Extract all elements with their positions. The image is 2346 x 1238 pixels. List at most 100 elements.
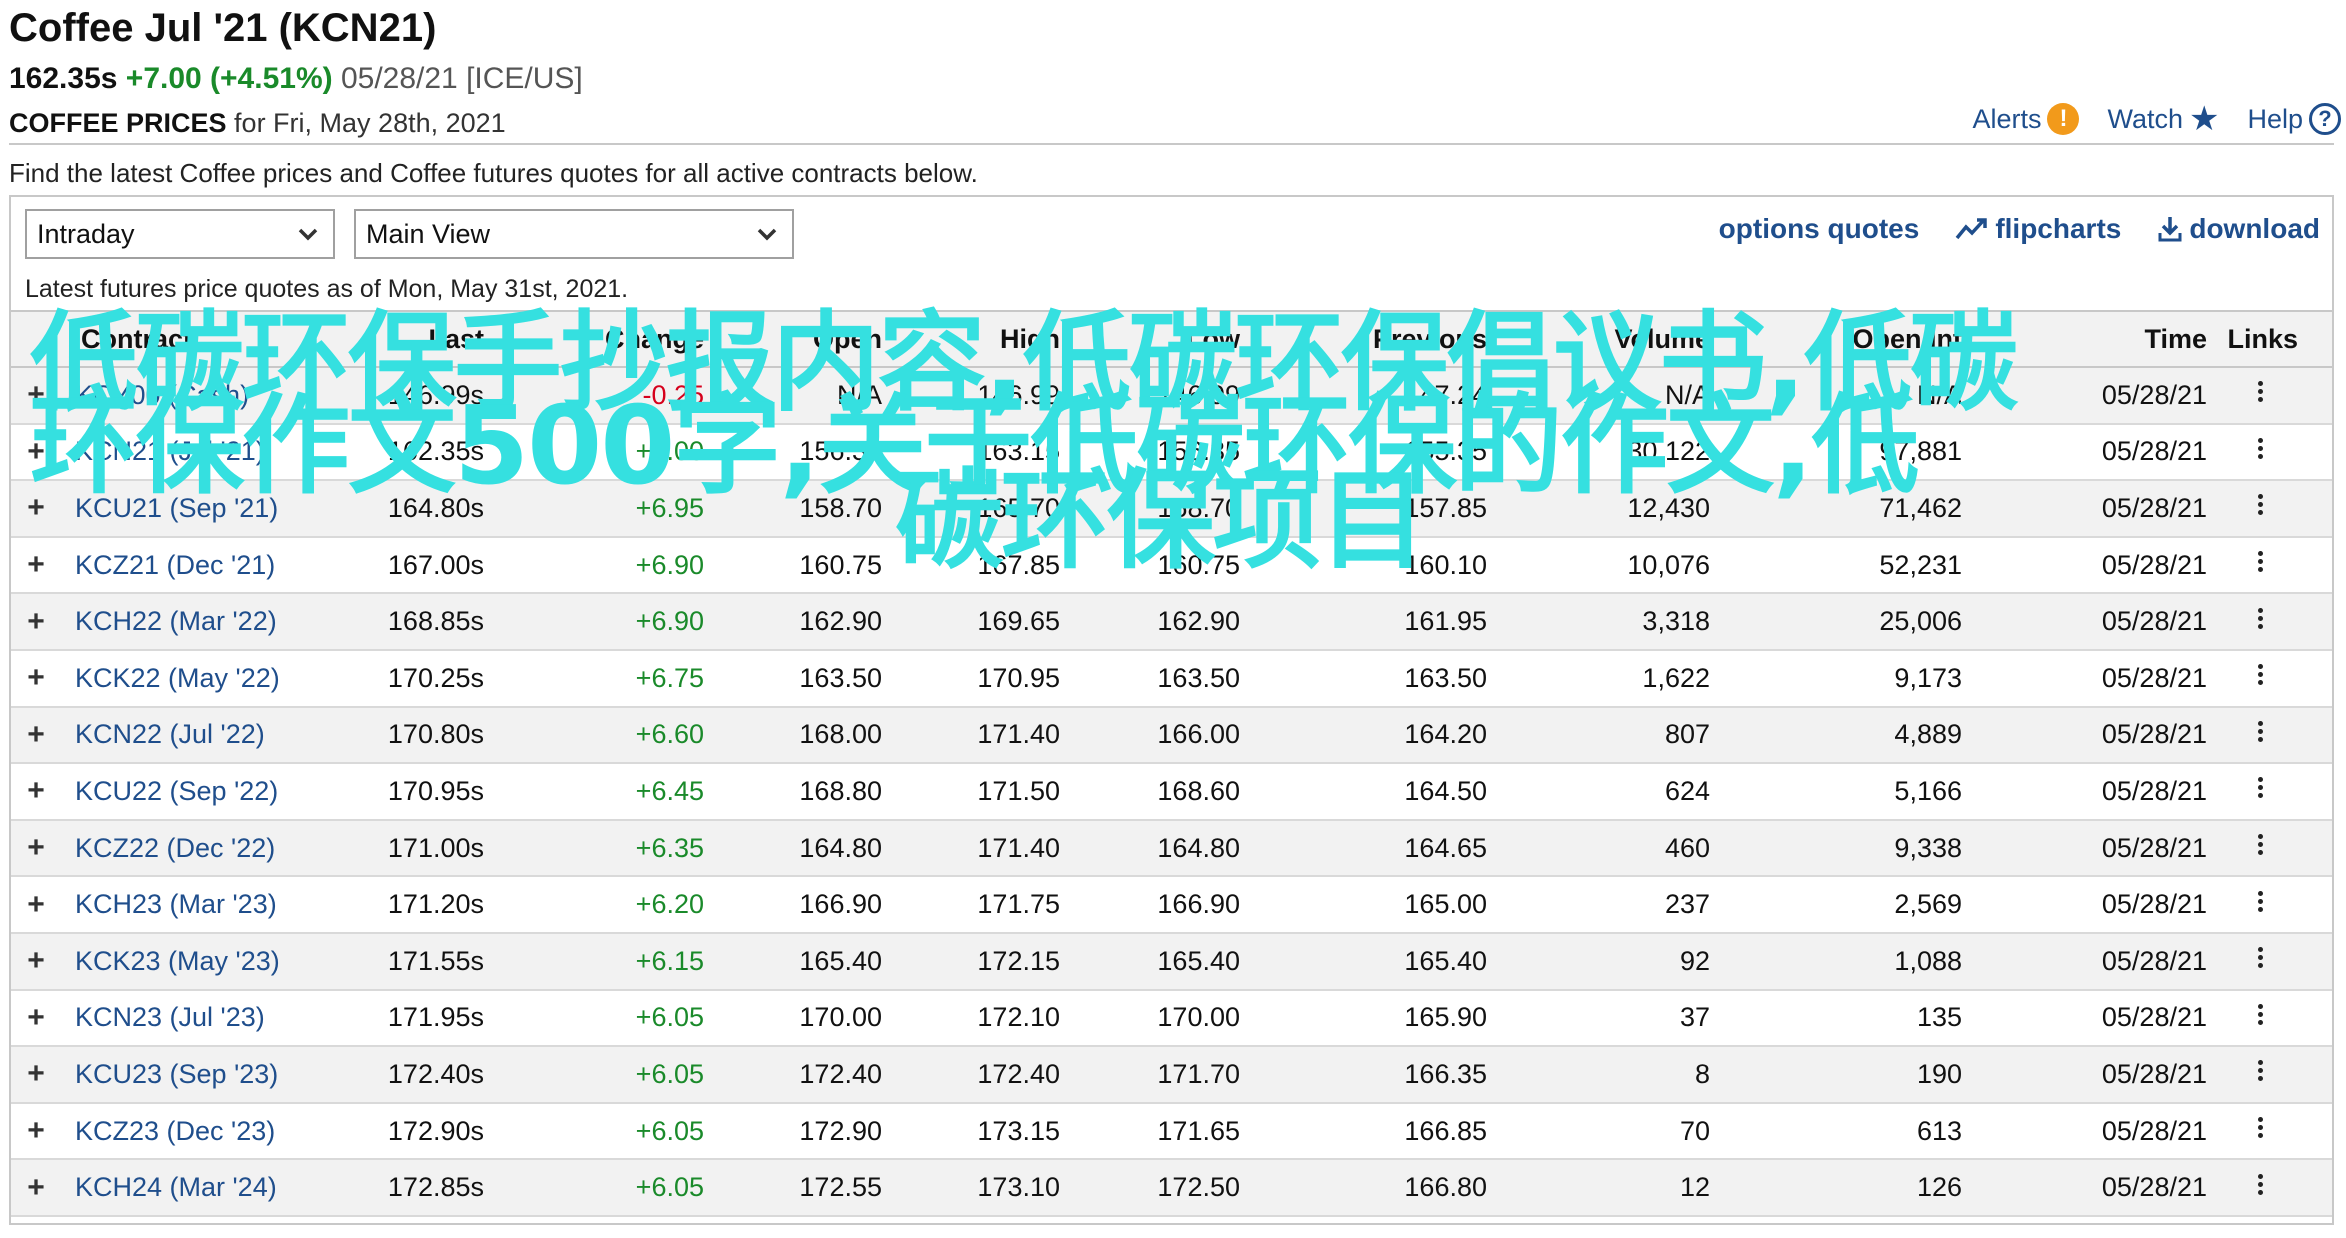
column-header-last[interactable]: Last [294,324,494,355]
alerts-link[interactable]: Alerts ! [1972,103,2080,135]
more-vertical-icon [2257,491,2264,518]
row-menu-button[interactable] [2213,944,2308,978]
column-header-time[interactable]: Time [1972,324,2213,355]
expand-row-icon[interactable]: + [11,1114,51,1148]
help-link[interactable]: Help ? [2247,103,2341,135]
contract-link[interactable]: KCH23 (Mar '23) [51,889,294,920]
contract-link[interactable]: KCZ22 (Dec '22) [51,833,294,864]
column-header-open-int[interactable]: Open Int [1720,324,1972,355]
previous-cell: 155.35 [1404,436,1487,467]
expand-row-icon[interactable]: + [11,605,51,639]
time-cell: 05/28/21 [2101,1172,2207,1203]
row-menu-button[interactable] [2213,548,2308,582]
column-header-high[interactable]: High [892,324,1070,355]
expand-row-icon[interactable]: + [11,491,51,525]
low-cell: 166.00 [1157,719,1240,750]
contract-link[interactable]: KCU22 (Sep '22) [51,776,294,807]
download-label: download [2189,213,2320,244]
open-cell: 156.35 [799,436,882,467]
expand-row-icon[interactable]: + [11,1057,51,1091]
column-header-low[interactable]: Low [1070,324,1250,355]
previous-cell: 166.80 [1404,1172,1487,1203]
row-menu-button[interactable] [2213,831,2308,865]
time-cell: 05/28/21 [2101,719,2207,750]
contract-link[interactable]: KCH24 (Mar '24) [51,1172,294,1203]
contract-link[interactable]: KCZ23 (Dec '23) [51,1116,294,1147]
volume-cell: 8 [1694,1058,1710,1089]
change-cell: +6.45 [635,775,704,806]
watch-label: Watch [2107,103,2183,134]
volume-cell: 807 [1664,719,1710,750]
expand-row-icon[interactable]: + [11,378,51,412]
row-menu-button[interactable] [2213,1114,2308,1148]
expand-row-icon[interactable]: + [11,1171,51,1205]
open-int-cell: 613 [1916,1115,1962,1146]
contract-link[interactable]: KCK23 (May '23) [51,946,294,977]
contract-link[interactable]: KCN22 (Jul '22) [51,719,294,750]
column-header-previous[interactable]: Previous [1250,324,1497,355]
contract-link[interactable]: KCU21 (Sep '21) [51,493,294,524]
price-change: +7.00 (+4.51%) [125,62,333,95]
expand-row-icon[interactable]: + [11,774,51,808]
expand-row-icon[interactable]: + [11,435,51,469]
expand-row-icon[interactable]: + [11,944,51,978]
contract-link[interactable]: KCN23 (Jul '23) [51,1002,294,1033]
chevron-down-icon [298,228,318,241]
row-menu-button[interactable] [2213,491,2308,525]
open-int-cell: 4,889 [1894,719,1962,750]
more-vertical-icon [2257,1057,2264,1084]
row-menu-button[interactable] [2213,1171,2308,1205]
expand-row-icon[interactable]: + [11,661,51,695]
volume-cell: 624 [1664,775,1710,806]
expand-row-icon[interactable]: + [11,548,51,582]
page-description: Find the latest Coffee prices and Coffee… [9,158,978,188]
more-vertical-icon [2257,944,2264,971]
row-menu-button[interactable] [2213,1001,2308,1035]
last-cell: 171.00s [387,832,484,863]
open-cell: 160.75 [799,549,882,580]
options-quotes-link[interactable]: options quotes [1719,213,1920,245]
contract-link[interactable]: KCY00 (Cash) [51,380,294,411]
period-select[interactable]: Intraday [25,209,335,259]
column-header-change[interactable]: Change [494,324,714,355]
help-icon: ? [2309,103,2341,135]
row-menu-button[interactable] [2213,605,2308,639]
row-menu-button[interactable] [2213,718,2308,752]
row-menu-button[interactable] [2213,378,2308,412]
contract-link[interactable]: KCU23 (Sep '23) [51,1059,294,1090]
change-cell: +6.05 [635,1172,704,1203]
open-int-cell: 135 [1916,1002,1962,1033]
watch-link[interactable]: Watch ★ [2107,102,2219,136]
column-header-open[interactable]: Open [714,324,892,355]
contract-link[interactable]: KCK22 (May '22) [51,663,294,694]
row-menu-button[interactable] [2213,435,2308,469]
expand-row-icon[interactable]: + [11,888,51,922]
table-row: + KCU23 (Sep '23) 172.40s +6.05 172.40 172.40… [11,1047,2332,1104]
row-menu-button[interactable] [2213,774,2308,808]
time-cell: 05/28/21 [2101,606,2207,637]
contract-link[interactable]: KCH22 (Mar '22) [51,606,294,637]
expand-row-icon[interactable]: + [11,1001,51,1035]
row-menu-button[interactable] [2213,661,2308,695]
open-cell: 162.90 [799,606,882,637]
column-header-volume[interactable]: Volume [1497,324,1720,355]
volume-cell: 1,622 [1642,662,1710,693]
expand-row-icon[interactable]: + [11,831,51,865]
row-menu-button[interactable] [2213,1057,2308,1091]
change-cell: +6.60 [635,719,704,750]
more-vertical-icon [2257,774,2264,801]
view-select[interactable]: Main View [354,209,794,259]
expand-row-icon[interactable]: + [11,718,51,752]
previous-cell: 157.85 [1404,492,1487,523]
table-row: + KCU22 (Sep '22) 170.95s +6.45 168.80 171.50… [11,764,2332,821]
row-menu-button[interactable] [2213,888,2308,922]
column-header-contract[interactable]: Contract [51,324,294,355]
high-cell: 170.95 [977,662,1060,693]
change-cell: +6.95 [635,492,704,523]
flipcharts-link[interactable]: flipcharts [1955,213,2121,245]
download-link[interactable]: download [2157,213,2320,245]
contract-link[interactable]: KCN21 (Jul '21) [51,436,294,467]
chevron-down-icon [757,228,777,241]
contract-link[interactable]: KCZ21 (Dec '21) [51,550,294,581]
low-cell: 168.60 [1157,775,1240,806]
